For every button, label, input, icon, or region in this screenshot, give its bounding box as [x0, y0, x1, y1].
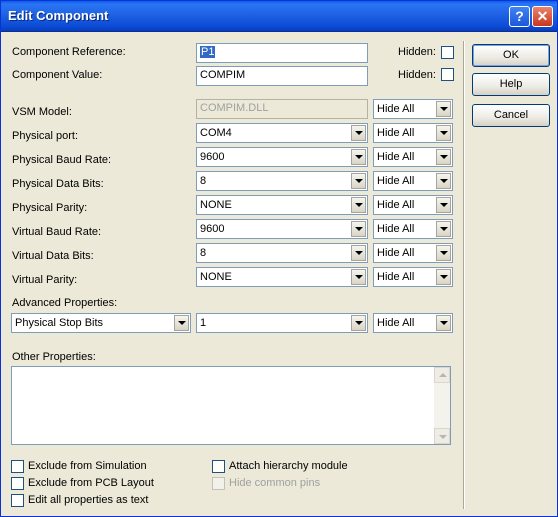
close-icon[interactable]: ✕ — [532, 6, 553, 27]
scroll-down-icon[interactable] — [434, 428, 450, 444]
physical-port-select[interactable]: COM4 — [196, 123, 368, 143]
virtual-data-bits-visibility-select[interactable]: Hide All — [373, 243, 453, 263]
value-hidden-checkbox[interactable] — [441, 68, 454, 81]
exclude-simulation-checkbox[interactable] — [11, 460, 24, 473]
virtual-baud-rate-label: Virtual Baud Rate: — [12, 226, 102, 238]
vsm-model-visibility-select[interactable]: Hide All — [373, 99, 453, 119]
physical-port-visibility-select[interactable]: Hide All — [373, 123, 453, 143]
chevron-down-icon[interactable] — [351, 173, 366, 189]
chevron-down-icon[interactable] — [351, 125, 366, 141]
hide-common-pins-label: Hide common pins — [229, 477, 321, 489]
window-title: Edit Component — [8, 8, 109, 23]
separator — [463, 41, 465, 509]
chevron-down-icon[interactable] — [436, 269, 451, 285]
chevron-down-icon[interactable] — [351, 197, 366, 213]
reference-hidden-checkbox[interactable] — [441, 46, 454, 59]
title-bar[interactable]: Edit Component ? ✕ — [1, 1, 557, 32]
physical-data-bits-visibility-select[interactable]: Hide All — [373, 171, 453, 191]
vertical-scrollbar[interactable] — [434, 367, 450, 444]
virtual-data-bits-select[interactable]: 8 — [196, 243, 368, 263]
chevron-down-icon[interactable] — [436, 315, 451, 331]
component-reference-label: Component Reference: — [12, 46, 126, 58]
advanced-property-select[interactable]: Physical Stop Bits — [11, 313, 191, 333]
virtual-data-bits-label: Virtual Data Bits: — [12, 250, 94, 262]
physical-parity-visibility-select[interactable]: Hide All — [373, 195, 453, 215]
virtual-parity-select[interactable]: NONE — [196, 267, 368, 287]
edit-component-dialog: Edit Component ? ✕ Component Reference: … — [0, 0, 558, 517]
chevron-down-icon[interactable] — [351, 149, 366, 165]
hide-common-pins-checkbox — [212, 477, 225, 490]
ok-button[interactable]: OK — [472, 44, 550, 67]
physical-data-bits-select[interactable]: 8 — [196, 171, 368, 191]
physical-baud-rate-label: Physical Baud Rate: — [12, 154, 112, 166]
chevron-down-icon[interactable] — [174, 315, 189, 331]
cancel-button[interactable]: Cancel — [472, 104, 550, 127]
chevron-down-icon[interactable] — [436, 197, 451, 213]
physical-parity-label: Physical Parity: — [12, 202, 88, 214]
virtual-parity-label: Virtual Parity: — [12, 274, 78, 286]
chevron-down-icon[interactable] — [436, 221, 451, 237]
chevron-down-icon[interactable] — [436, 245, 451, 261]
physical-data-bits-label: Physical Data Bits: — [12, 178, 104, 190]
advanced-visibility-select[interactable]: Hide All — [373, 313, 453, 333]
help-button[interactable]: Help — [472, 73, 550, 96]
hidden-label: Hidden: — [398, 69, 436, 81]
exclude-simulation-label: Exclude from Simulation — [28, 460, 147, 472]
advanced-properties-label: Advanced Properties: — [12, 297, 118, 309]
chevron-down-icon[interactable] — [351, 245, 366, 261]
chevron-down-icon[interactable] — [436, 101, 451, 117]
other-properties-textarea[interactable] — [11, 366, 451, 445]
vsm-model-label: VSM Model: — [12, 106, 72, 118]
advanced-value-select[interactable]: 1 — [196, 313, 368, 333]
chevron-down-icon[interactable] — [436, 149, 451, 165]
hidden-label: Hidden: — [398, 46, 436, 58]
exclude-pcb-checkbox[interactable] — [11, 477, 24, 490]
physical-port-label: Physical port: — [12, 130, 79, 142]
help-icon[interactable]: ? — [509, 6, 530, 27]
edit-all-checkbox[interactable] — [11, 494, 24, 507]
vsm-model-input: COMPIM.DLL — [196, 99, 368, 119]
physical-baud-rate-visibility-select[interactable]: Hide All — [373, 147, 453, 167]
attach-hierarchy-label: Attach hierarchy module — [229, 460, 348, 472]
chevron-down-icon[interactable] — [436, 173, 451, 189]
chevron-down-icon[interactable] — [351, 269, 366, 285]
component-value-input[interactable]: COMPIM — [196, 66, 368, 86]
other-properties-label: Other Properties: — [12, 351, 96, 363]
virtual-baud-rate-visibility-select[interactable]: Hide All — [373, 219, 453, 239]
chevron-down-icon[interactable] — [351, 315, 366, 331]
component-reference-input[interactable]: P1 — [196, 43, 368, 63]
virtual-baud-rate-select[interactable]: 9600 — [196, 219, 368, 239]
component-value-label: Component Value: — [12, 69, 103, 81]
edit-all-label: Edit all properties as text — [28, 494, 149, 506]
physical-baud-rate-select[interactable]: 9600 — [196, 147, 368, 167]
attach-hierarchy-checkbox[interactable] — [212, 460, 225, 473]
virtual-parity-visibility-select[interactable]: Hide All — [373, 267, 453, 287]
exclude-pcb-label: Exclude from PCB Layout — [28, 477, 154, 489]
chevron-down-icon[interactable] — [436, 125, 451, 141]
physical-parity-select[interactable]: NONE — [196, 195, 368, 215]
chevron-down-icon[interactable] — [351, 221, 366, 237]
scroll-up-icon[interactable] — [434, 367, 450, 383]
component-reference-value: P1 — [200, 46, 216, 58]
